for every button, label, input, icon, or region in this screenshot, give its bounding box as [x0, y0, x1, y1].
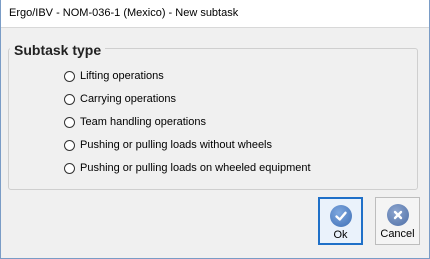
dialog-window: Ergo/IBV - NOM-036-1 (Mexico) - New subt…: [0, 0, 430, 259]
title-bar: Ergo/IBV - NOM-036-1 (Mexico) - New subt…: [1, 0, 429, 28]
subtask-type-heading: Subtask type: [10, 43, 106, 57]
option-label: Pushing or pulling loads without wheels: [80, 139, 273, 151]
option-label: Lifting operations: [80, 70, 164, 82]
ok-label: Ok: [333, 229, 348, 241]
option-team-handling-operations[interactable]: Team handling operations: [64, 114, 206, 130]
ok-button[interactable]: Ok: [318, 197, 363, 245]
checkmark-icon: [329, 205, 352, 227]
close-icon: [386, 204, 409, 226]
radio-button[interactable]: [64, 116, 75, 128]
radio-button[interactable]: [64, 93, 75, 105]
radio-button[interactable]: [64, 162, 75, 174]
window-title: Ergo/IBV - NOM-036-1 (Mexico) - New subt…: [9, 7, 239, 19]
radio-button[interactable]: [64, 139, 75, 151]
cancel-button[interactable]: Cancel: [375, 197, 420, 245]
option-label: Pushing or pulling loads on wheeled equi…: [80, 162, 311, 174]
option-pushing-pulling-wheeled-equipment[interactable]: Pushing or pulling loads on wheeled equi…: [64, 160, 311, 176]
option-label: Carrying operations: [80, 93, 176, 105]
option-label: Team handling operations: [80, 116, 206, 128]
cancel-label: Cancel: [380, 228, 415, 240]
option-lifting-operations[interactable]: Lifting operations: [64, 68, 164, 84]
radio-button[interactable]: [64, 70, 75, 82]
option-carrying-operations[interactable]: Carrying operations: [64, 91, 176, 107]
option-pushing-pulling-without-wheels[interactable]: Pushing or pulling loads without wheels: [64, 137, 272, 153]
